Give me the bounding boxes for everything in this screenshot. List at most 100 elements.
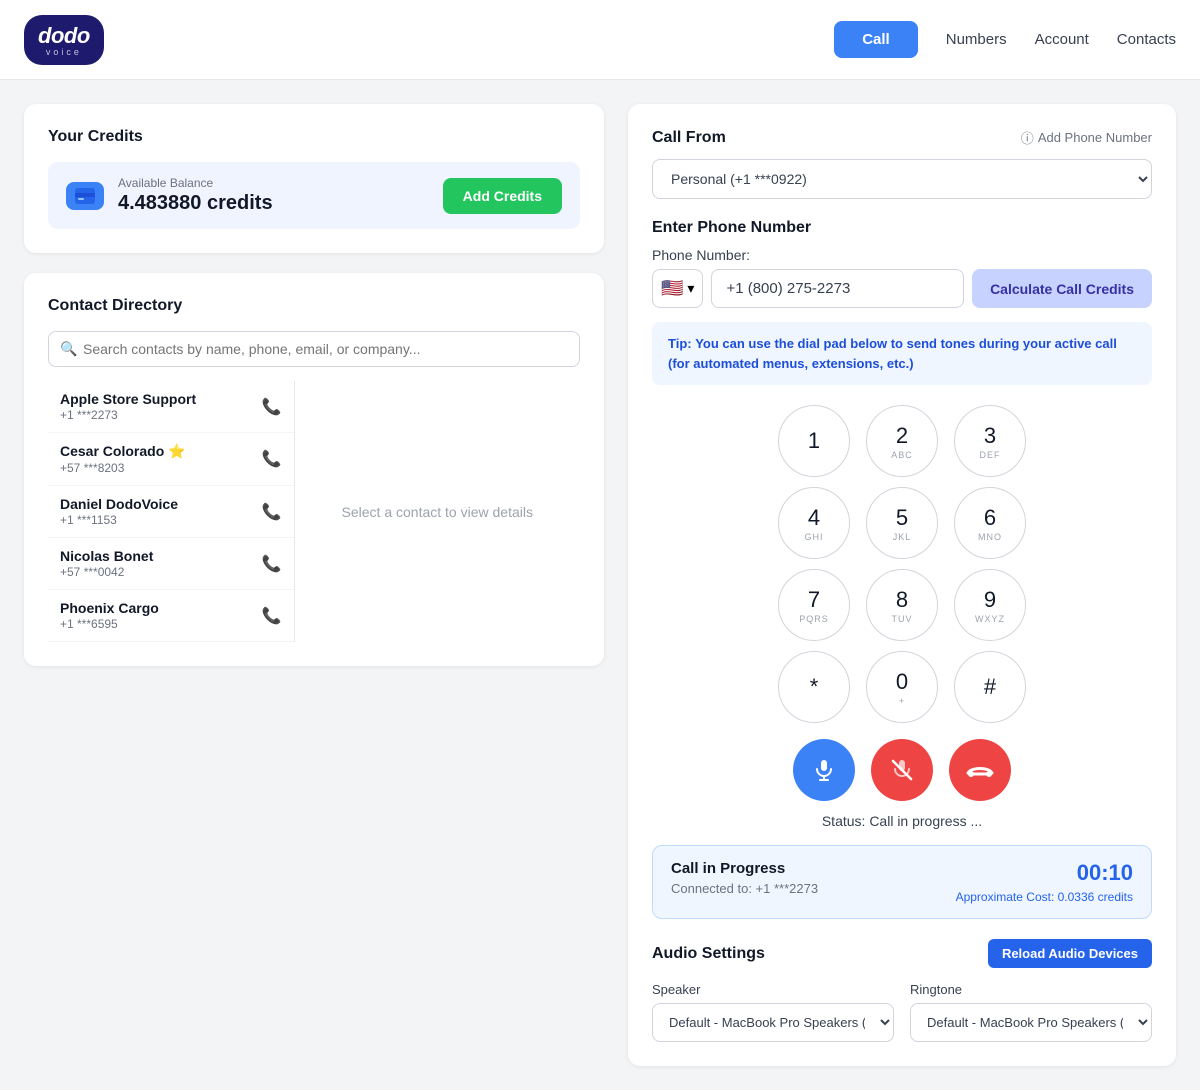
contact-name: Apple Store Support	[60, 391, 196, 407]
dialpad-row: *0+#	[778, 651, 1026, 723]
add-credits-button[interactable]: Add Credits	[443, 178, 562, 214]
contact-item[interactable]: Cesar Colorado ⭐ +57 ***8203 📞	[48, 433, 294, 486]
dial-sub: GHI	[804, 532, 823, 542]
search-input[interactable]	[48, 331, 580, 367]
dial-sub: PQRS	[799, 614, 829, 624]
end-call-icon	[966, 761, 994, 779]
call-nav-button[interactable]: Call	[834, 21, 918, 58]
flag-emoji: 🇺🇸	[661, 278, 683, 299]
dial-sub: ABC	[891, 450, 913, 460]
flag-button[interactable]: 🇺🇸 ▾	[652, 269, 703, 308]
phone-call-icon[interactable]: 📞	[262, 606, 282, 626]
dialpad: 12ABC3DEF 4GHI5JKL6MNO 7PQRS8TUV9WXYZ *0+#	[652, 405, 1152, 723]
dial-key-1[interactable]: 1	[778, 405, 850, 477]
status-text: Status: Call in progress ...	[652, 813, 1152, 829]
add-phone-label: Add Phone Number	[1038, 130, 1152, 145]
balance-left: Available Balance 4.483880 credits	[66, 176, 273, 215]
phone-input-row: 🇺🇸 ▾ Calculate Call Credits	[652, 269, 1152, 308]
phone-call-icon[interactable]: 📞	[262, 502, 282, 522]
contact-name: Cesar Colorado ⭐	[60, 443, 186, 460]
dial-sub: TUV	[892, 614, 913, 624]
call-from-title: Call From	[652, 129, 726, 147]
speaker-label: Speaker	[652, 982, 894, 997]
dial-key-6[interactable]: 6MNO	[954, 487, 1026, 559]
end-call-button[interactable]	[949, 739, 1011, 801]
dial-key-4[interactable]: 4GHI	[778, 487, 850, 559]
audio-settings-header: Audio Settings Reload Audio Devices	[652, 939, 1152, 968]
dial-sub: DEF	[980, 450, 1001, 460]
dial-key-8[interactable]: 8TUV	[866, 569, 938, 641]
microphone-button[interactable]	[793, 739, 855, 801]
dial-key-2[interactable]: 2ABC	[866, 405, 938, 477]
phone-call-icon[interactable]: 📞	[262, 449, 282, 469]
mute-button[interactable]	[871, 739, 933, 801]
ringtone-select[interactable]: Default - MacBook Pro Speakers (Bu	[910, 1003, 1152, 1042]
dial-key-9[interactable]: 9WXYZ	[954, 569, 1026, 641]
phone-call-icon[interactable]: 📞	[262, 397, 282, 417]
header: dodo voice Call Numbers Account Contacts	[0, 0, 1200, 80]
contact-phone: +1 ***2273	[60, 408, 196, 422]
dial-key-#[interactable]: #	[954, 651, 1026, 723]
speaker-select[interactable]: Default - MacBook Pro Speakers (Bu	[652, 1003, 894, 1042]
contact-phone: +1 ***1153	[60, 513, 178, 527]
dial-sub: JKL	[893, 532, 912, 542]
credits-title: Your Credits	[48, 128, 580, 146]
numbers-nav-link[interactable]: Numbers	[946, 31, 1007, 48]
balance-row: Available Balance 4.483880 credits Add C…	[48, 162, 580, 229]
audio-row: Speaker Default - MacBook Pro Speakers (…	[652, 982, 1152, 1042]
contact-name: Daniel DodoVoice	[60, 496, 178, 512]
contact-phone: +1 ***6595	[60, 617, 159, 631]
add-phone-link[interactable]: ⓘ Add Phone Number	[1021, 128, 1152, 147]
dial-key-0[interactable]: 0+	[866, 651, 938, 723]
tip-prefix: Tip:	[668, 336, 692, 351]
dial-key-5[interactable]: 5JKL	[866, 487, 938, 559]
contact-item[interactable]: Phoenix Cargo +1 ***6595 📞	[48, 590, 294, 642]
add-phone-icon: ⓘ	[1021, 128, 1034, 147]
left-column: Your Credits Available Balance 4.483880 …	[24, 104, 604, 1066]
dialpad-row: 7PQRS8TUV9WXYZ	[778, 569, 1026, 641]
call-from-select[interactable]: Personal (+1 ***0922)	[652, 159, 1152, 199]
contact-directory-card: Contact Directory 🔍 Apple Store Support …	[24, 273, 604, 666]
balance-label: Available Balance	[118, 176, 273, 190]
speaker-col: Speaker Default - MacBook Pro Speakers (…	[652, 982, 894, 1042]
call-progress-info: Call in Progress Connected to: +1 ***227…	[671, 860, 818, 896]
contact-phone: +57 ***0042	[60, 565, 153, 579]
tip-text-highlight: You can use the dial pad below to send t…	[668, 336, 1117, 371]
dialpad-row: 4GHI5JKL6MNO	[778, 487, 1026, 559]
dial-sub: WXYZ	[975, 614, 1005, 624]
call-progress-title: Call in Progress	[671, 860, 818, 877]
dial-key-7[interactable]: 7PQRS	[778, 569, 850, 641]
credit-card-icon	[66, 182, 104, 210]
nav: Call Numbers Account Contacts	[834, 21, 1176, 58]
contact-item[interactable]: Daniel DodoVoice +1 ***1153 📞	[48, 486, 294, 538]
ringtone-col: Ringtone Default - MacBook Pro Speakers …	[910, 982, 1152, 1042]
balance-amount: 4.483880 credits	[118, 192, 273, 215]
audio-settings-title: Audio Settings	[652, 945, 765, 963]
contact-layout: Apple Store Support +1 ***2273 📞 Cesar C…	[48, 381, 580, 642]
contact-directory-title: Contact Directory	[48, 297, 580, 315]
contact-phone: +57 ***8203	[60, 461, 186, 475]
dial-key-3[interactable]: 3DEF	[954, 405, 1026, 477]
call-cost: Approximate Cost: 0.0336 credits	[956, 890, 1133, 904]
right-panel: Call From ⓘ Add Phone Number Personal (+…	[628, 104, 1176, 1066]
contact-item[interactable]: Nicolas Bonet +57 ***0042 📞	[48, 538, 294, 590]
dialpad-row: 12ABC3DEF	[778, 405, 1026, 477]
phone-number-input[interactable]	[711, 269, 964, 308]
phone-label: Phone Number:	[652, 247, 1152, 263]
calculate-credits-button[interactable]: Calculate Call Credits	[972, 269, 1152, 308]
dial-sub: MNO	[978, 532, 1002, 542]
call-progress-right: 00:10 Approximate Cost: 0.0336 credits	[956, 860, 1133, 904]
mute-icon	[890, 758, 914, 782]
logo-box: dodo voice	[24, 15, 104, 65]
phone-call-icon[interactable]: 📞	[262, 554, 282, 574]
contact-detail: Select a contact to view details	[295, 381, 581, 642]
reload-audio-button[interactable]: Reload Audio Devices	[988, 939, 1152, 968]
dial-key-*[interactable]: *	[778, 651, 850, 723]
tip-box: Tip: You can use the dial pad below to s…	[652, 322, 1152, 385]
account-nav-link[interactable]: Account	[1035, 31, 1089, 48]
contacts-nav-link[interactable]: Contacts	[1117, 31, 1176, 48]
flag-dropdown-icon: ▾	[687, 280, 694, 297]
dial-sub: +	[899, 696, 905, 706]
call-timer: 00:10	[956, 860, 1133, 886]
contact-item[interactable]: Apple Store Support +1 ***2273 📞	[48, 381, 294, 433]
